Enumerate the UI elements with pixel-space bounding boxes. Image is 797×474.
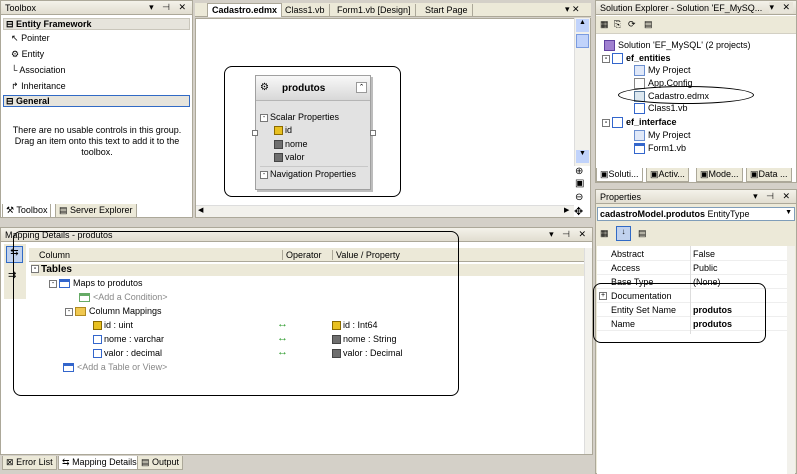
server-icon: ▤ — [59, 205, 68, 215]
categorized-icon[interactable]: ▦ — [600, 228, 609, 239]
toolbox-item-pointer[interactable]: ↖ Pointer — [11, 33, 50, 44]
pan-icon[interactable]: ✥ — [574, 205, 583, 218]
toolbox-panel: Toolbox ▾ ⊣ ✕ ⊟ Entity Framework ↖ Point… — [0, 0, 193, 218]
solution-tab-icon: ▣ — [600, 169, 609, 179]
tab-cadastro-edmx[interactable]: Cadastro.edmx — [207, 3, 283, 17]
my-project-icon — [634, 65, 645, 77]
annotation-edmx — [618, 86, 754, 104]
chevron-down-icon[interactable]: ▼ — [785, 209, 792, 216]
solution-title: Solution Explorer - Solution 'EF_MySQ... — [600, 3, 763, 13]
toolbox-pin-close[interactable]: ▾ ⊣ ✕ — [149, 2, 189, 13]
form-icon — [634, 143, 645, 155]
mapping-scrollbar[interactable] — [584, 248, 592, 454]
toolbox-icon: ⚒ — [6, 205, 15, 215]
close-icon[interactable]: ▾ ✕ — [565, 4, 580, 15]
zoom-out-icon[interactable]: ⊖ — [575, 192, 583, 203]
tab-server-explorer[interactable]: ▤ Server Explorer — [55, 204, 137, 218]
item-my-project-1[interactable]: My Project — [634, 65, 691, 77]
editor-tabstrip: Cadastro.edmx Class1.vb Form1.vb [Design… — [195, 3, 591, 17]
project-icon — [612, 53, 623, 65]
item-form1-vb[interactable]: Form1.vb — [634, 143, 686, 155]
toolbox-item-inheritance[interactable]: ↱ Inheritance — [11, 81, 66, 92]
annotation-properties — [593, 283, 766, 343]
annotation-entity — [224, 66, 401, 197]
tab-start-page[interactable]: Start Page — [421, 4, 473, 17]
object-selector[interactable]: cadastroModel.produtos EntityType ▼ — [597, 207, 795, 221]
tab-solution[interactable]: ▣Soluti... — [596, 168, 643, 182]
object-name: cadastroModel.produtos — [600, 209, 706, 219]
property-grid-scrollbar[interactable] — [787, 246, 795, 474]
vb-file-icon — [634, 103, 645, 115]
pointer-icon: ↖ — [11, 33, 19, 43]
show-all-files-icon[interactable]: ⎘ — [614, 19, 621, 30]
output-icon: ▤ — [141, 457, 150, 467]
property-row[interactable]: Access Public — [597, 262, 793, 275]
vertical-scrollbar[interactable]: ▲ ▼ — [574, 18, 590, 166]
toolbox-item-entity[interactable]: ⚙ Entity — [11, 49, 44, 60]
my-project-icon — [634, 130, 645, 142]
refresh-icon[interactable]: ⟳ — [628, 19, 636, 30]
mapping-icon: ⇆ — [62, 457, 70, 467]
tab-class1-vb[interactable]: Class1.vb — [281, 4, 330, 17]
collapse-icon: - — [602, 118, 610, 127]
properties-toolbar: ▦ ↓ ▤ — [596, 225, 796, 243]
tab-output[interactable]: ▤ Output — [137, 456, 184, 470]
alphabetical-icon[interactable]: ↓ — [616, 226, 631, 241]
collapse-icon: ⊟ — [6, 96, 17, 106]
properties-title: Properties — [600, 192, 642, 202]
toolbox-item-association[interactable]: └ Association — [11, 65, 65, 75]
mapping-pin-close[interactable]: ▾ ⊣ ✕ — [549, 229, 589, 240]
solution-toolbar: ▦ ⎘ ⟳ ▤ — [596, 16, 796, 34]
properties-pin-close[interactable]: ▾ ⊣ ✕ — [753, 191, 793, 202]
collapse-icon: ⊟ — [6, 19, 17, 29]
scroll-up-icon[interactable]: ▲ — [576, 19, 589, 32]
zoom-in-icon[interactable]: ⊕ — [575, 166, 583, 177]
project-ef-interface[interactable]: - ef_interface — [602, 117, 677, 129]
toolbox-empty-message: There are no usable controls in this gro… — [12, 125, 182, 157]
tab-error-list[interactable]: ⊠ Error List — [2, 456, 57, 470]
properties-icon[interactable]: ▦ — [600, 19, 609, 30]
toolbox-section-general[interactable]: ⊟ General — [3, 95, 190, 107]
item-my-project-2[interactable]: My Project — [634, 130, 691, 142]
properties-title-bar[interactable]: Properties ▾ ⊣ ✕ — [596, 190, 796, 204]
zoom-fit-icon[interactable]: ▣ — [575, 178, 584, 189]
error-list-icon: ⊠ — [6, 457, 14, 467]
model-icon: ▣ — [700, 169, 709, 179]
view-designer-icon[interactable]: ▤ — [644, 19, 653, 30]
object-type: EntityType — [707, 209, 750, 219]
activity-icon: ▣ — [650, 169, 659, 179]
horizontal-scrollbar[interactable]: ◀ ▶ — [196, 205, 574, 217]
entity-icon: ⚙ — [11, 49, 20, 59]
data-icon: ▣ — [750, 169, 759, 179]
toolbox-title-bar[interactable]: Toolbox ▾ ⊣ ✕ — [1, 1, 192, 15]
solution-pin-close[interactable]: ▾ ✕ — [769, 2, 793, 13]
tab-data[interactable]: ▣Data ... — [746, 168, 792, 182]
scroll-left-icon[interactable]: ◀ — [198, 206, 203, 214]
tab-toolbox[interactable]: ⚒ Toolbox — [2, 204, 52, 218]
scroll-down-icon[interactable]: ▼ — [576, 150, 589, 163]
project-ef-entities[interactable]: - ef_entities — [602, 53, 671, 65]
inheritance-icon: ↱ — [11, 81, 19, 91]
solution-root[interactable]: Solution 'EF_MySQL' (2 projects) — [604, 40, 751, 52]
solution-title-bar[interactable]: Solution Explorer - Solution 'EF_MySQ...… — [596, 1, 796, 15]
property-pages-icon[interactable]: ▤ — [638, 228, 647, 239]
toolbox-title: Toolbox — [5, 3, 37, 13]
association-icon: └ — [11, 65, 18, 75]
tab-form1-design[interactable]: Form1.vb [Design] — [333, 4, 416, 17]
project-icon — [612, 117, 623, 129]
property-grid: Abstract False Access Public Base Type (Non… — [597, 246, 795, 474]
tab-activities[interactable]: ▣Activ... — [646, 168, 689, 182]
tab-mapping-details[interactable]: ⇆ Mapping Details — [58, 456, 141, 470]
item-class1-vb[interactable]: Class1.vb — [634, 103, 688, 115]
solution-icon — [604, 40, 615, 52]
property-row[interactable]: Abstract False — [597, 248, 793, 261]
scroll-thumb[interactable] — [576, 34, 589, 48]
tab-model[interactable]: ▣Mode... — [696, 168, 743, 182]
collapse-icon: - — [602, 54, 610, 63]
scroll-right-icon[interactable]: ▶ — [564, 206, 569, 214]
toolbox-section-ef[interactable]: ⊟ Entity Framework — [3, 18, 190, 30]
annotation-mapping — [13, 231, 459, 396]
